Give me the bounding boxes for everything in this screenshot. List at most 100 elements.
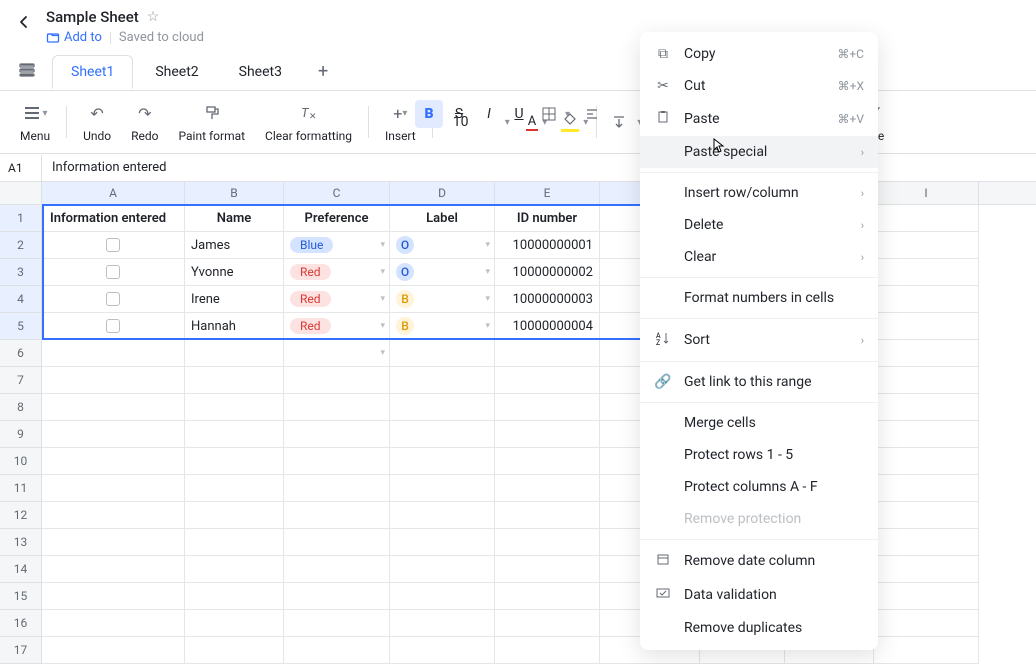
- chevron-right-icon: ›: [861, 219, 864, 232]
- checkbox[interactable]: [106, 292, 120, 306]
- valign-button[interactable]: [605, 108, 633, 136]
- row-header[interactable]: 16: [0, 610, 42, 637]
- row-header[interactable]: 9: [0, 421, 42, 448]
- row-header[interactable]: 4: [0, 286, 42, 313]
- dropdown-icon[interactable]: ▾: [485, 294, 490, 304]
- col-header-C[interactable]: C: [284, 182, 390, 204]
- grid-body[interactable]: 1 Information entered Name Preference La…: [0, 205, 1036, 664]
- cell[interactable]: Information entered: [42, 205, 185, 232]
- chip[interactable]: B: [396, 317, 414, 335]
- cell[interactable]: Name: [185, 205, 284, 232]
- row-header[interactable]: 6: [0, 340, 42, 367]
- row-header[interactable]: 1: [0, 205, 42, 232]
- star-icon[interactable]: ☆: [147, 9, 160, 25]
- bold-button[interactable]: B: [415, 100, 443, 128]
- strikethrough-button[interactable]: S: [445, 100, 473, 128]
- underline-button[interactable]: U: [505, 100, 533, 128]
- menu-delete[interactable]: Delete›: [640, 209, 878, 241]
- back-button[interactable]: [12, 10, 36, 39]
- col-header-B[interactable]: B: [185, 182, 284, 204]
- col-header-E[interactable]: E: [495, 182, 600, 204]
- dropdown-icon[interactable]: ▾: [380, 294, 385, 304]
- add-to-button[interactable]: Add to: [46, 30, 102, 45]
- cell[interactable]: 10000000004: [495, 313, 600, 340]
- dropdown-icon[interactable]: ▾: [485, 240, 490, 250]
- row-header[interactable]: 13: [0, 529, 42, 556]
- border-button[interactable]: [535, 100, 563, 128]
- undo-button[interactable]: ↶Undo: [75, 99, 119, 145]
- cell[interactable]: [874, 205, 979, 232]
- cell[interactable]: 10000000001: [495, 232, 600, 259]
- menu-data-validation[interactable]: Data validation: [640, 578, 878, 612]
- row-header[interactable]: 17: [0, 637, 42, 664]
- menu-protect-rows[interactable]: Protect rows 1 - 5: [640, 439, 878, 471]
- paint-format-button[interactable]: Paint format: [171, 99, 254, 145]
- checkbox[interactable]: [106, 319, 120, 333]
- menu-merge-cells[interactable]: Merge cells: [640, 407, 878, 439]
- redo-button[interactable]: ↷Redo: [123, 99, 166, 145]
- col-header-D[interactable]: D: [390, 182, 495, 204]
- dropdown-icon[interactable]: ▾: [380, 348, 385, 358]
- dropdown-icon[interactable]: ▾: [485, 267, 490, 277]
- checkbox[interactable]: [106, 265, 120, 279]
- menu-button[interactable]: ▾ Menu: [12, 99, 58, 145]
- tab-sheet3[interactable]: Sheet3: [221, 56, 300, 88]
- chip[interactable]: Blue: [290, 237, 333, 253]
- menu-cut[interactable]: ✂Cut⌘+X: [640, 70, 878, 102]
- menu-insert-row-col[interactable]: Insert row/column›: [640, 177, 878, 209]
- tab-sheet2[interactable]: Sheet2: [137, 56, 216, 88]
- add-sheet-button[interactable]: +: [304, 53, 342, 90]
- cell[interactable]: Yvonne: [185, 259, 284, 286]
- menu-format-numbers[interactable]: Format numbers in cells: [640, 282, 878, 314]
- sheets-icon[interactable]: [14, 57, 40, 87]
- col-header-A[interactable]: A: [42, 182, 185, 204]
- tab-sheet1[interactable]: Sheet1: [52, 55, 133, 89]
- row-header[interactable]: 8: [0, 394, 42, 421]
- row-header[interactable]: 14: [0, 556, 42, 583]
- chip[interactable]: Red: [290, 318, 331, 334]
- row-header[interactable]: 12: [0, 502, 42, 529]
- doc-title[interactable]: Sample Sheet: [46, 8, 139, 26]
- divider: [110, 32, 111, 44]
- cell[interactable]: 10000000003: [495, 286, 600, 313]
- menu-copy[interactable]: ⧉Copy⌘+C: [640, 38, 878, 70]
- cell[interactable]: Hannah: [185, 313, 284, 340]
- cell-address[interactable]: A1: [0, 155, 42, 181]
- cell[interactable]: Irene: [185, 286, 284, 313]
- dropdown-icon[interactable]: ▾: [485, 321, 490, 331]
- cell[interactable]: Label: [390, 205, 495, 232]
- row-header[interactable]: 3: [0, 259, 42, 286]
- menu-sort[interactable]: AZSort›: [640, 323, 878, 357]
- row-header[interactable]: 11: [0, 475, 42, 502]
- row-header[interactable]: 15: [0, 583, 42, 610]
- menu-get-link[interactable]: 🔗Get link to this range: [640, 366, 878, 398]
- dropdown-icon[interactable]: ▾: [380, 267, 385, 277]
- row-header[interactable]: 7: [0, 367, 42, 394]
- cell[interactable]: James: [185, 232, 284, 259]
- clear-formatting-button[interactable]: T✕Clear formatting: [257, 99, 360, 145]
- row-header[interactable]: 10: [0, 448, 42, 475]
- chip[interactable]: Red: [290, 291, 331, 307]
- italic-button[interactable]: I: [475, 100, 503, 128]
- col-header-I[interactable]: I: [874, 182, 979, 204]
- chip[interactable]: B: [396, 290, 414, 308]
- menu-paste-special[interactable]: Paste special›: [640, 136, 878, 168]
- row-header[interactable]: 2: [0, 232, 42, 259]
- menu-remove-date-column[interactable]: Remove date column: [640, 544, 878, 578]
- dropdown-icon[interactable]: ▾: [380, 240, 385, 250]
- align-left-button[interactable]: [578, 100, 606, 128]
- chip[interactable]: O: [396, 263, 414, 281]
- cell-value[interactable]: Information entered: [42, 154, 177, 181]
- cell[interactable]: Preference: [284, 205, 390, 232]
- menu-remove-duplicates[interactable]: Remove duplicates: [640, 612, 878, 644]
- menu-protect-cols[interactable]: Protect columns A - F: [640, 471, 878, 503]
- chip[interactable]: O: [396, 236, 414, 254]
- dropdown-icon[interactable]: ▾: [380, 321, 385, 331]
- checkbox[interactable]: [106, 238, 120, 252]
- cell[interactable]: ID number: [495, 205, 600, 232]
- menu-paste[interactable]: Paste⌘+V: [640, 102, 878, 136]
- cell[interactable]: 10000000002: [495, 259, 600, 286]
- row-header[interactable]: 5: [0, 313, 42, 340]
- chip[interactable]: Red: [290, 264, 331, 280]
- menu-clear[interactable]: Clear›: [640, 241, 878, 273]
